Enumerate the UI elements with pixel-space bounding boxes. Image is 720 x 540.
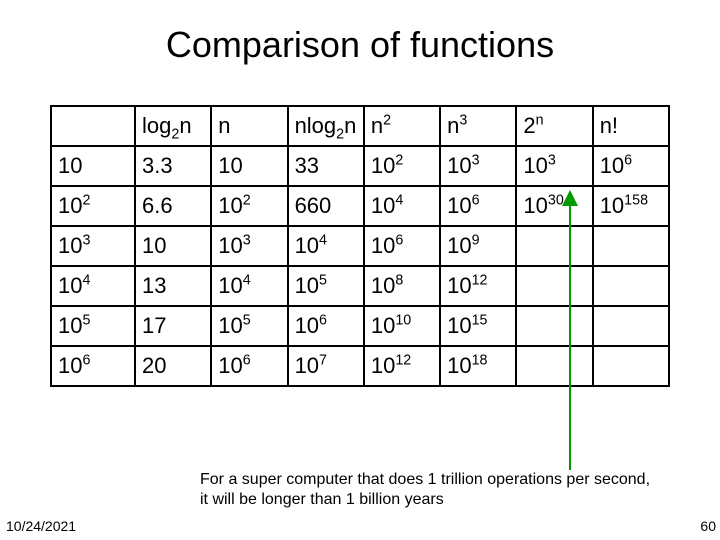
- cell: 103: [440, 146, 516, 186]
- cell: 10: [135, 226, 211, 266]
- row-header: 104: [51, 266, 135, 306]
- comparison-table: log2n n nlog2n n2 n3 2n n! 10 3.3 10 33 …: [50, 105, 670, 387]
- slide: Comparison of functions log2n n nlog2n n…: [0, 0, 720, 540]
- header-n: n: [211, 106, 287, 146]
- cell: 1015: [440, 306, 516, 346]
- cell: 102: [364, 146, 440, 186]
- cell: [516, 306, 592, 346]
- header-blank: [51, 106, 135, 146]
- row-header: 10: [51, 146, 135, 186]
- cell: 1012: [440, 266, 516, 306]
- cell: 106: [440, 186, 516, 226]
- cell: 106: [593, 146, 669, 186]
- table-header-row: log2n n nlog2n n2 n3 2n n!: [51, 106, 669, 146]
- table-row: 106 20 106 107 1012 1018: [51, 346, 669, 386]
- cell: 660: [288, 186, 364, 226]
- table-row: 102 6.6 102 660 104 106 1030 10158: [51, 186, 669, 226]
- table-row: 105 17 105 106 1010 1015: [51, 306, 669, 346]
- footer-page-number: 60: [700, 518, 716, 534]
- cell: [516, 346, 592, 386]
- header-n3: n3: [440, 106, 516, 146]
- cell: [593, 346, 669, 386]
- cell: 104: [211, 266, 287, 306]
- header-nfact: n!: [593, 106, 669, 146]
- cell: 105: [211, 306, 287, 346]
- cell: 13: [135, 266, 211, 306]
- cell: 10: [211, 146, 287, 186]
- cell: 103: [211, 226, 287, 266]
- header-nlog2n: nlog2n: [288, 106, 364, 146]
- header-log2n: log2n: [135, 106, 211, 146]
- cell: [516, 226, 592, 266]
- cell: 103: [516, 146, 592, 186]
- cell: 3.3: [135, 146, 211, 186]
- table: log2n n nlog2n n2 n3 2n n! 10 3.3 10 33 …: [50, 105, 670, 387]
- cell: 107: [288, 346, 364, 386]
- cell: 1010: [364, 306, 440, 346]
- cell: 10158: [593, 186, 669, 226]
- table-row: 104 13 104 105 108 1012: [51, 266, 669, 306]
- row-header: 103: [51, 226, 135, 266]
- footer-date: 10/24/2021: [6, 518, 76, 534]
- cell: [593, 306, 669, 346]
- cell: 20: [135, 346, 211, 386]
- cell: 108: [364, 266, 440, 306]
- cell: 1018: [440, 346, 516, 386]
- row-header: 106: [51, 346, 135, 386]
- table-row: 103 10 103 104 106 109: [51, 226, 669, 266]
- cell: 33: [288, 146, 364, 186]
- cell: 105: [288, 266, 364, 306]
- row-header: 105: [51, 306, 135, 346]
- cell: 102: [211, 186, 287, 226]
- cell: 104: [364, 186, 440, 226]
- cell: 17: [135, 306, 211, 346]
- cell: [593, 266, 669, 306]
- header-n2: n2: [364, 106, 440, 146]
- cell: 1012: [364, 346, 440, 386]
- header-2n: 2n: [516, 106, 592, 146]
- cell: [593, 226, 669, 266]
- cell: 106: [364, 226, 440, 266]
- cell: [516, 266, 592, 306]
- cell: 6.6: [135, 186, 211, 226]
- cell: 106: [211, 346, 287, 386]
- slide-title: Comparison of functions: [0, 0, 720, 66]
- cell: 109: [440, 226, 516, 266]
- cell: 104: [288, 226, 364, 266]
- table-row: 10 3.3 10 33 102 103 103 106: [51, 146, 669, 186]
- cell: 106: [288, 306, 364, 346]
- row-header: 102: [51, 186, 135, 226]
- cell: 1030: [516, 186, 592, 226]
- caption-text: For a super computer that does 1 trillio…: [200, 470, 660, 510]
